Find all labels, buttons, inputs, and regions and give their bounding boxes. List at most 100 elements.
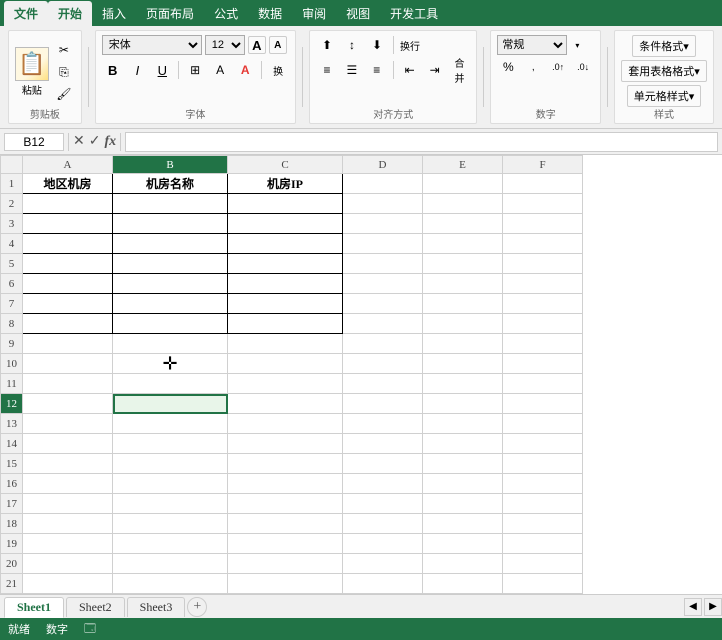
cell-F2[interactable] [503,194,583,214]
cell-D3[interactable] [343,214,423,234]
cell-D1[interactable] [343,174,423,194]
sheet-tab-sheet1[interactable]: Sheet1 [4,597,64,618]
cell-C5[interactable] [228,254,343,274]
cell-C12[interactable] [228,394,343,414]
align-right-button[interactable]: ≡ [366,60,388,80]
format-painter-button[interactable]: 🖌 [53,84,75,104]
tab-formula[interactable]: 公式 [204,1,248,26]
number-format-select[interactable]: 常规 [497,35,567,55]
cell-F3[interactable] [503,214,583,234]
align-left-button[interactable]: ≡ [316,60,338,80]
tab-review[interactable]: 审阅 [292,1,336,26]
cell-D7[interactable] [343,294,423,314]
cell-E11[interactable] [423,374,503,394]
tab-view[interactable]: 视图 [336,1,380,26]
cell-B3[interactable] [113,214,228,234]
copy-button[interactable]: ⎘ [53,62,75,82]
cell-F9[interactable] [503,334,583,354]
cell-A7[interactable] [23,294,113,314]
cell-B4[interactable] [113,234,228,254]
cell-C8[interactable] [228,314,343,334]
cell-D4[interactable] [343,234,423,254]
cell-D8[interactable] [343,314,423,334]
cell-A5[interactable] [23,254,113,274]
cell-F10[interactable] [503,354,583,374]
cell-E3[interactable] [423,214,503,234]
cell-C6[interactable] [228,274,343,294]
cell-A1[interactable]: 地区机房 [23,174,113,194]
font-color-button[interactable]: A [234,60,256,80]
font-grow-button[interactable]: A [248,36,266,54]
tab-page-layout[interactable]: 页面布局 [136,1,204,26]
cell-F12[interactable] [503,394,583,414]
cell-C9[interactable] [228,334,343,354]
tab-data[interactable]: 数据 [248,1,292,26]
cell-A10[interactable] [23,354,113,374]
confirm-formula-icon[interactable]: ✓ [89,133,101,150]
cell-B11[interactable] [113,374,228,394]
merge-center-button[interactable]: 合并 [449,60,471,80]
cell-C7[interactable] [228,294,343,314]
cell-reference-input[interactable] [4,133,64,151]
cell-E2[interactable] [423,194,503,214]
cell-B7[interactable] [113,294,228,314]
increase-indent-button[interactable]: ⇥ [424,60,446,80]
col-header-D[interactable]: D [343,156,423,174]
cell-style-button[interactable]: 单元格样式▾ [627,85,702,107]
cell-A3[interactable] [23,214,113,234]
sheet-tab-sheet3[interactable]: Sheet3 [127,597,186,617]
font-size-select[interactable]: 12 [205,35,245,55]
cell-D6[interactable] [343,274,423,294]
tab-home[interactable]: 开始 [48,1,92,26]
tab-developer[interactable]: 开发工具 [380,1,448,26]
cell-E5[interactable] [423,254,503,274]
align-bottom-button[interactable]: ⬇ [366,35,388,55]
cell-E1[interactable] [423,174,503,194]
cell-E6[interactable] [423,274,503,294]
font-name-select[interactable]: 宋体 [102,35,202,55]
thousands-button[interactable]: , [522,57,544,77]
cell-D9[interactable] [343,334,423,354]
cell-A9[interactable] [23,334,113,354]
border-button[interactable]: ⊞ [184,60,206,80]
formula-input[interactable] [125,132,718,152]
cell-B2[interactable] [113,194,228,214]
cell-B12[interactable] [113,394,228,414]
col-header-A[interactable]: A [23,156,113,174]
cancel-formula-icon[interactable]: ✕ [73,133,85,150]
cell-D10[interactable] [343,354,423,374]
font-shrink-button[interactable]: A [269,36,287,54]
cell-C10[interactable] [228,354,343,374]
table-style-button[interactable]: 套用表格格式▾ [621,60,707,82]
align-middle-button[interactable]: ↕ [341,35,363,55]
scroll-right-button[interactable]: ▶ [704,598,722,616]
tab-file[interactable]: 文件 [4,1,48,26]
cell-B1[interactable]: 机房名称 [113,174,228,194]
percent-button[interactable]: % [497,57,519,77]
decrease-indent-button[interactable]: ⇤ [399,60,421,80]
cell-B9[interactable] [113,334,228,354]
sheet-tab-sheet2[interactable]: Sheet2 [66,597,125,617]
number-format-dropdown[interactable]: ▾ [570,35,584,55]
cell-E9[interactable] [423,334,503,354]
cell-B6[interactable] [113,274,228,294]
cell-D5[interactable] [343,254,423,274]
cell-F7[interactable] [503,294,583,314]
cell-F6[interactable] [503,274,583,294]
cell-C3[interactable] [228,214,343,234]
fill-color-button[interactable]: A [209,60,231,80]
cell-B10[interactable]: ✛ [113,354,228,374]
increase-decimal-button[interactable]: .0↑ [547,57,569,77]
underline-button[interactable]: U [151,60,173,80]
col-header-E[interactable]: E [423,156,503,174]
add-sheet-button[interactable]: + [187,597,207,617]
align-top-button[interactable]: ⬆ [316,35,338,55]
cell-F1[interactable] [503,174,583,194]
cell-F8[interactable] [503,314,583,334]
cell-A8[interactable] [23,314,113,334]
paste-button[interactable]: 📋 粘贴 [15,47,49,97]
wrap-text-button[interactable]: 换行 [399,35,421,55]
cell-E10[interactable] [423,354,503,374]
cell-D2[interactable] [343,194,423,214]
scroll-left-button[interactable]: ◀ [684,598,702,616]
